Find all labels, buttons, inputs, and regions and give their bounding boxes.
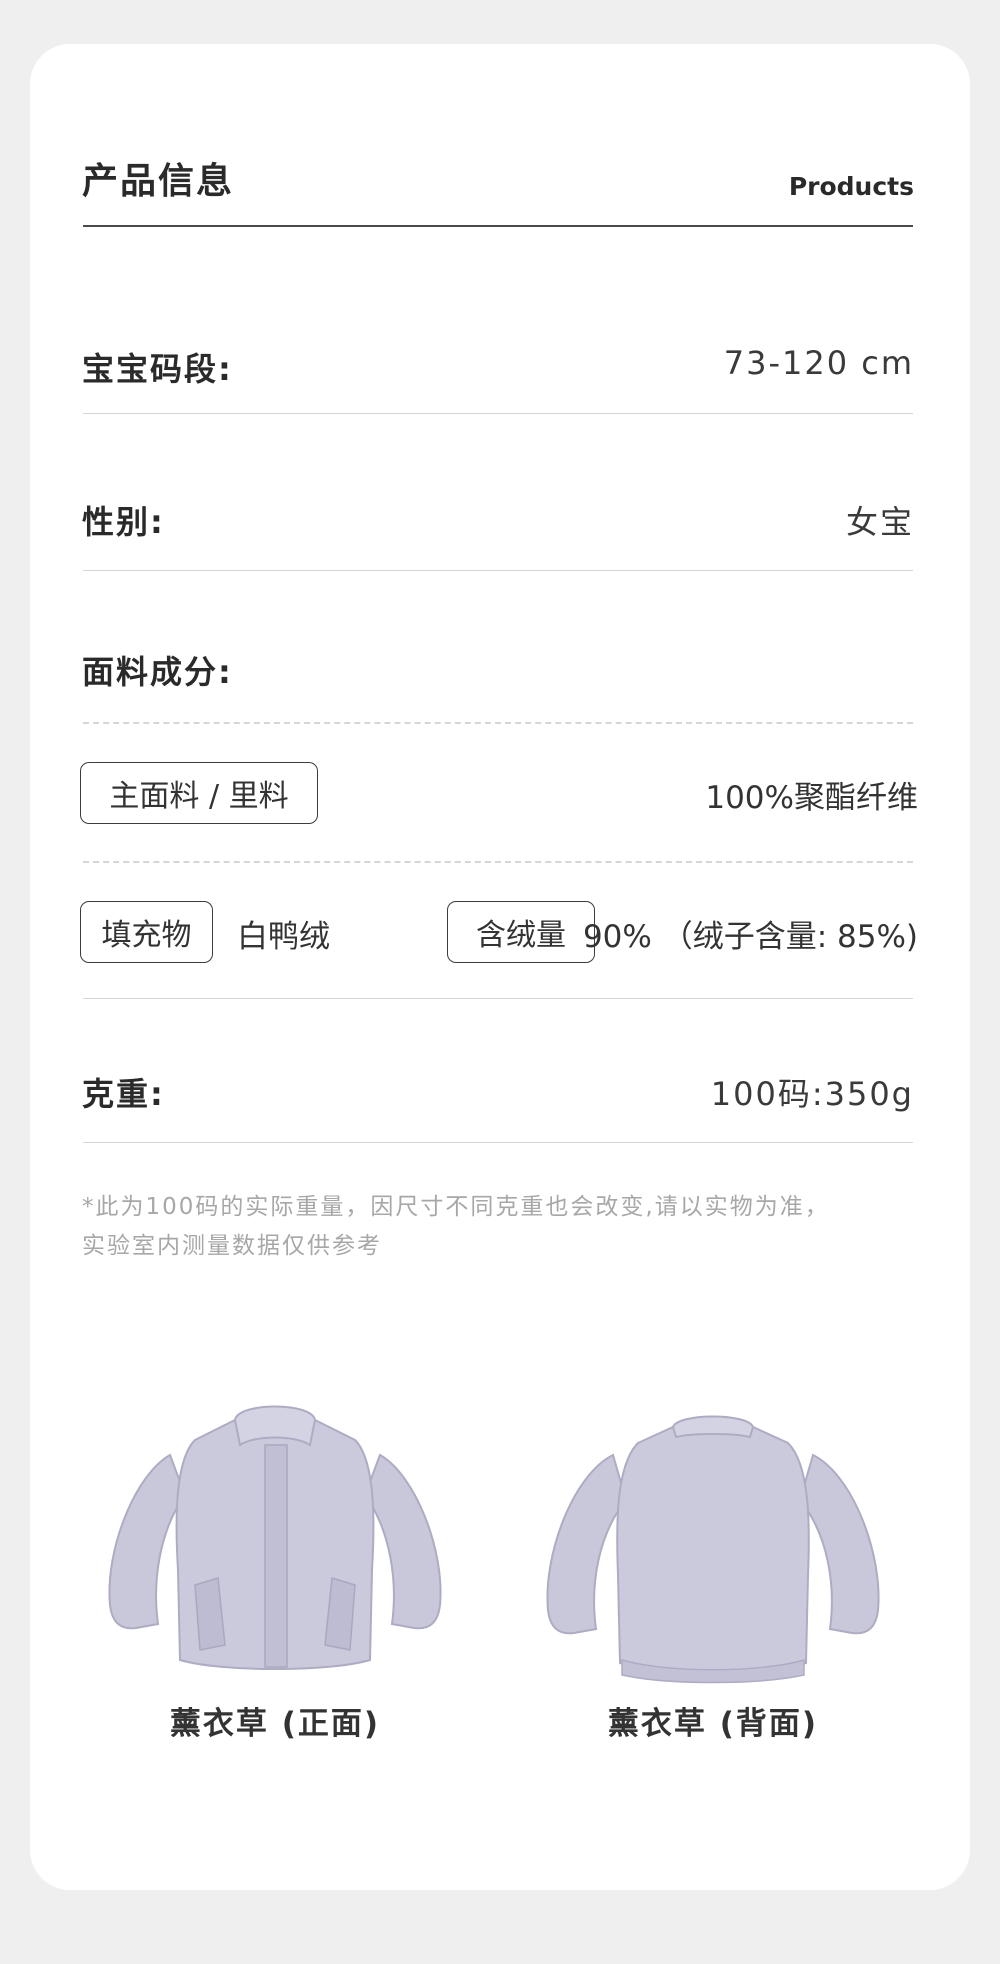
dashed-divider [83, 722, 913, 724]
fabric-label: 面料成分: [82, 653, 233, 691]
main-fabric-tag: 主面料 / 里料 [80, 762, 318, 824]
section-title: 产品信息 [82, 161, 235, 202]
weight-value: 100码:350g [710, 1075, 914, 1113]
row-divider [83, 998, 913, 999]
row-divider [83, 413, 913, 414]
weight-label: 克重: [82, 1075, 165, 1113]
main-fabric-value: 100%聚酯纤维 [705, 780, 918, 816]
size-value: 73-120 cm [723, 344, 914, 382]
down-content-value: 90% （绒子含量: 85%) [582, 919, 918, 955]
weight-note-line2: 实验室内测量数据仅供参考 [82, 1233, 382, 1259]
gender-label: 性别: [82, 503, 165, 541]
row-divider [83, 570, 913, 571]
gender-value: 女宝 [845, 503, 914, 541]
product-back-name: 薰衣草 (背面) [607, 1706, 819, 1742]
down-content-tag: 含绒量 [447, 901, 595, 963]
product-front-name: 薰衣草 (正面) [169, 1706, 381, 1742]
dashed-divider [83, 861, 913, 863]
size-label: 宝宝码段: [82, 350, 233, 388]
header-divider [83, 225, 913, 227]
filling-value: 白鸭绒 [237, 919, 330, 955]
jacket-front-image [100, 1400, 450, 1680]
jacket-back-image [538, 1405, 888, 1685]
row-divider [83, 1142, 913, 1143]
weight-note-line1: *此为100码的实际重量，因尺寸不同克重也会改变,请以实物为准， [82, 1194, 830, 1220]
filling-tag: 填充物 [80, 901, 213, 963]
section-title-en: Products [788, 172, 914, 201]
